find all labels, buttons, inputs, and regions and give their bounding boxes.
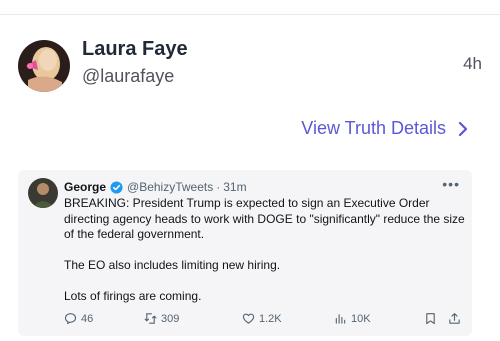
tweet-author-name[interactable]: George [64,180,106,194]
like-button[interactable]: 1.2K [242,312,282,325]
tweet-paragraph: Lots of firings are coming. [64,289,202,303]
view-details-link[interactable]: View Truth Details [301,118,472,139]
view-details-label: View Truth Details [301,118,446,138]
bar-chart-icon [335,314,346,324]
share-button[interactable] [448,312,461,325]
verified-badge-icon [110,180,123,194]
embedded-tweet-card[interactable]: George @BehizyTweets · 31m ••• BREAKING:… [18,170,472,336]
meta-separator: · [216,180,221,194]
like-count: 1.2K [259,312,282,325]
post-header: Laura Faye @laurafaye 4h [18,36,482,96]
post-timestamp: 4h [463,54,482,73]
chevron-right-icon [458,121,468,136]
tweet-actions: 46 309 1.2K 10K [64,312,464,328]
more-options-icon[interactable]: ••• [442,176,460,192]
retweet-icon [144,313,157,324]
top-divider [0,14,500,15]
author-handle[interactable]: @laurafaye [82,66,174,87]
share-icon [449,313,460,324]
tweet-timestamp: 31m [223,180,247,194]
view-count: 10K [351,312,371,325]
retweet-count: 309 [161,312,180,325]
reply-count: 46 [81,312,94,325]
author-name[interactable]: Laura Faye [82,38,188,61]
tweet-author-handle[interactable]: @BehizyTweets [127,180,213,194]
views-button[interactable]: 10K [334,312,371,325]
tweet-paragraph: BREAKING: President Trump is expected to… [64,196,465,241]
tweet-author-avatar[interactable] [28,178,58,208]
bookmark-button[interactable] [424,312,437,325]
heart-icon [242,313,255,324]
reply-button[interactable]: 46 [64,312,93,325]
retweet-button[interactable]: 309 [144,312,179,325]
tweet-text: BREAKING: President Trump is expected to… [64,196,466,305]
tweet-meta: George @BehizyTweets · 31m [64,180,247,194]
bookmark-icon [426,313,435,325]
tweet-paragraph: The EO also includes limiting new hiring… [64,258,281,272]
author-avatar[interactable] [18,40,70,92]
reply-icon [64,313,77,325]
